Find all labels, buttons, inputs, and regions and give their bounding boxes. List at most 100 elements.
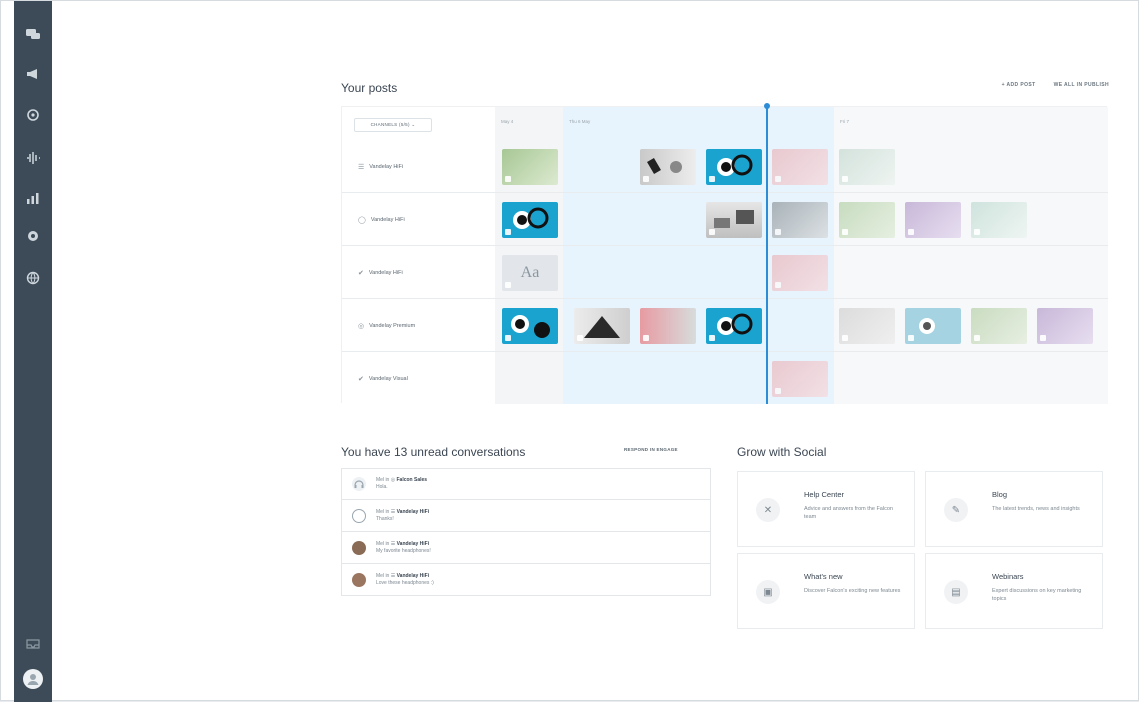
conversation-from: Mel in ☰ (376, 540, 396, 547)
post-thumbnail[interactable] (502, 202, 558, 238)
conversation-message: Love these headphones :) (376, 579, 434, 586)
tools-icon: ✕ (756, 498, 780, 522)
inbox-icon[interactable] (25, 637, 41, 651)
webinars-card[interactable]: ▤ Webinars Expert discussions on key mar… (925, 553, 1103, 629)
conversation-channel: Vandelay HiFi (396, 540, 430, 547)
post-thumbnail[interactable] (640, 308, 696, 344)
column-header-next: Fri 7 (840, 119, 849, 124)
channel-label[interactable]: ◯ Vandelay HiFi (358, 194, 405, 246)
megaphone-icon[interactable] (25, 67, 41, 81)
view-all-publish-link[interactable]: WE ALL IN PUBLISH (1054, 82, 1109, 88)
card-description: Discover Falcon's exciting new features (804, 588, 901, 594)
column-header-current: Thu 6 May (569, 119, 591, 124)
headset-avatar-icon (352, 477, 366, 491)
dashboard-main: Your posts + ADD POST WE ALL IN PUBLISH … (341, 1, 1111, 702)
post-thumbnail[interactable] (905, 308, 961, 344)
conversation-item[interactable]: Mel in ◎ Falcon Sales Hola. (341, 468, 711, 500)
channel-name: Vandelay HiFi (370, 217, 405, 223)
post-thumbnail[interactable] (772, 255, 828, 291)
channel-name: Vandelay Visual (368, 376, 408, 382)
user-avatar-icon[interactable] (23, 669, 43, 689)
post-thumbnail[interactable] (839, 202, 895, 238)
add-post-button[interactable]: + ADD POST (1002, 82, 1036, 88)
channel-icon: ◯ (358, 217, 366, 224)
conversation-item[interactable]: Mel in ☰ Vandelay HiFi My favorite headph… (341, 532, 711, 564)
avatar (352, 540, 366, 555)
card-title: What's new (804, 572, 843, 581)
compass-icon[interactable] (25, 108, 41, 122)
conversations-title: You have 13 unread conversations (341, 445, 526, 459)
posts-calendar: CHANNELS (5/5) ⌄ May 4 Thu 6 May Fri 7 ☰… (341, 103, 1108, 405)
whats-new-card[interactable]: ▣ What's new Discover Falcon's exciting … (737, 553, 915, 629)
post-thumbnail[interactable] (706, 149, 762, 185)
post-thumbnail[interactable] (1037, 308, 1093, 344)
card-description: The latest trends, news and insights (992, 506, 1080, 512)
post-thumbnail[interactable] (772, 202, 828, 238)
conversation-list: Mel in ◎ Falcon Sales Hola. Mel in ☰ Vand… (341, 468, 711, 596)
conversation-message: Thanks! (376, 515, 394, 522)
help-center-card[interactable]: ✕ Help Center Advice and answers from th… (737, 471, 915, 547)
column-header-past: May 4 (501, 119, 514, 124)
conversation-message: Hola. (376, 484, 388, 490)
calendar-row: ✔ Vandelay Visual (342, 353, 1108, 405)
settings-icon[interactable] (25, 229, 41, 243)
card-description: Expert discussions on key marketing topi… (992, 588, 1082, 602)
channel-name: Vandelay Premium (369, 323, 416, 329)
analytics-icon[interactable] (25, 191, 41, 205)
post-thumbnail-text[interactable]: Aa (502, 255, 558, 291)
conversation-item[interactable]: Mel in ☰ Vandelay HiFi Love these headpho… (341, 564, 711, 596)
conversation-item[interactable]: Mel in ☰ Vandelay HiFi Thanks! (341, 500, 711, 532)
channel-label[interactable]: ◎ Vandelay Premium (358, 300, 415, 352)
channel-label[interactable]: ✔ Vandelay Visual (358, 353, 408, 405)
post-thumbnail[interactable] (971, 308, 1027, 344)
respond-in-engage-button[interactable]: RESPOND IN ENGAGE (624, 447, 678, 452)
post-thumbnail[interactable] (772, 361, 828, 397)
conversation-channel: Vandelay HiFi (396, 508, 430, 515)
calendar-row: ✔ Vandelay HiFi (342, 247, 1108, 299)
post-thumbnail[interactable] (772, 149, 828, 185)
post-thumbnail[interactable] (706, 202, 762, 238)
current-time-dot (764, 103, 770, 109)
conversation-channel: Falcon Sales (396, 477, 428, 483)
posts-section-title: Your posts (341, 81, 398, 95)
post-thumbnail[interactable] (839, 149, 895, 185)
avatar (352, 508, 366, 523)
channel-icon: ✔ (358, 270, 364, 277)
app-window: Your posts + ADD POST WE ALL IN PUBLISH … (0, 0, 1139, 702)
post-thumbnail[interactable] (905, 202, 961, 238)
channels-filter-button[interactable]: CHANNELS (5/5) ⌄ (354, 118, 432, 132)
channel-label[interactable]: ☰ Vandelay HiFi (358, 141, 403, 193)
channel-icon: ✔ (358, 376, 364, 383)
channel-name: Vandelay HiFi (368, 270, 403, 276)
channel-icon: ◎ (358, 323, 365, 330)
conversation-channel: Vandelay HiFi (396, 572, 430, 579)
avatar (352, 572, 366, 587)
post-thumbnail[interactable] (839, 308, 895, 344)
gift-icon: ▣ (756, 580, 780, 604)
audio-wave-icon[interactable] (25, 151, 41, 165)
grow-section-title: Grow with Social (737, 445, 827, 459)
video-icon: ▤ (944, 580, 968, 604)
chat-icon[interactable] (25, 27, 41, 41)
post-thumbnail[interactable] (502, 149, 558, 185)
post-thumbnail[interactable] (502, 308, 558, 344)
conversation-from: Mel in ◎ (376, 477, 396, 483)
conversation-message: My favorite headphones! (376, 547, 431, 554)
current-time-indicator (766, 104, 768, 404)
posts-actions: + ADD POST WE ALL IN PUBLISH (1002, 82, 1109, 88)
channel-icon: ☰ (358, 164, 365, 171)
channel-label[interactable]: ✔ Vandelay HiFi (358, 247, 403, 299)
post-thumbnail[interactable] (640, 149, 696, 185)
conversation-from: Mel in ☰ (376, 508, 396, 515)
card-title: Blog (992, 490, 1008, 499)
post-thumbnail[interactable] (971, 202, 1027, 238)
post-thumbnail[interactable] (574, 308, 630, 344)
sidebar-nav (14, 1, 52, 702)
conversation-from: Mel in ☰ (376, 572, 396, 579)
card-title: Help Center (804, 490, 845, 499)
pen-icon: ✎ (944, 498, 968, 522)
globe-icon[interactable] (25, 271, 41, 285)
blog-card[interactable]: ✎ Blog The latest trends, news and insig… (925, 471, 1103, 547)
channel-name: Vandelay HiFi (369, 164, 404, 170)
post-thumbnail[interactable] (706, 308, 762, 344)
